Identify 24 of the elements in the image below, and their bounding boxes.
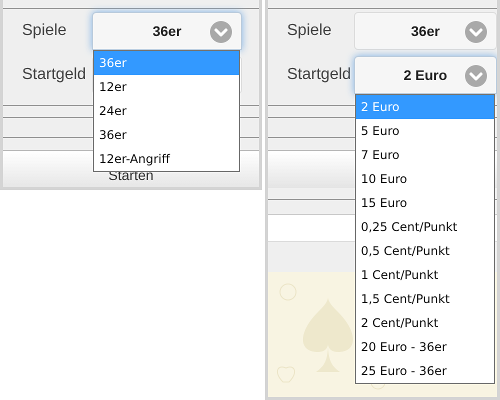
dropdown-option[interactable]: 2 Cent/Punkt	[356, 311, 494, 335]
dropdown-option[interactable]: 12er	[94, 75, 239, 99]
dropdown-option[interactable]: 5 Euro	[356, 119, 494, 143]
field-label: Startgeld	[287, 65, 352, 85]
dropdown-option[interactable]: 1,5 Cent/Punkt	[356, 287, 494, 311]
field-label: Spiele	[287, 21, 332, 41]
dropdown-option[interactable]: 0,5 Cent/Punkt	[356, 239, 494, 263]
field-label: Startgeld	[22, 65, 88, 85]
dropdown-option[interactable]: 20 Euro - 36er	[356, 335, 494, 359]
dropdown-option[interactable]: 10 Euro	[356, 167, 494, 191]
chevron-down-icon	[465, 21, 487, 43]
dropdown-option[interactable]: 15 Euro	[356, 191, 494, 215]
dropdown-option[interactable]: 12er-Angriff	[94, 147, 239, 171]
dropdown-option[interactable]: 36er	[94, 123, 239, 147]
chevron-down-icon	[210, 21, 232, 43]
select-dropdown[interactable]: 36er	[354, 12, 497, 50]
dropdown-option[interactable]: 7 Euro	[356, 143, 494, 167]
dropdown-option[interactable]: 24er	[94, 99, 239, 123]
select-dropdown[interactable]: 2 Euro	[354, 56, 497, 94]
field-label: Spiele	[22, 21, 68, 41]
chevron-down-icon	[465, 65, 487, 87]
dropdown-option[interactable]: 1 Cent/Punkt	[356, 263, 494, 287]
select-dropdown[interactable]: 36er	[92, 12, 242, 50]
dropdown-option[interactable]: 25 Euro - 36er	[356, 359, 494, 383]
